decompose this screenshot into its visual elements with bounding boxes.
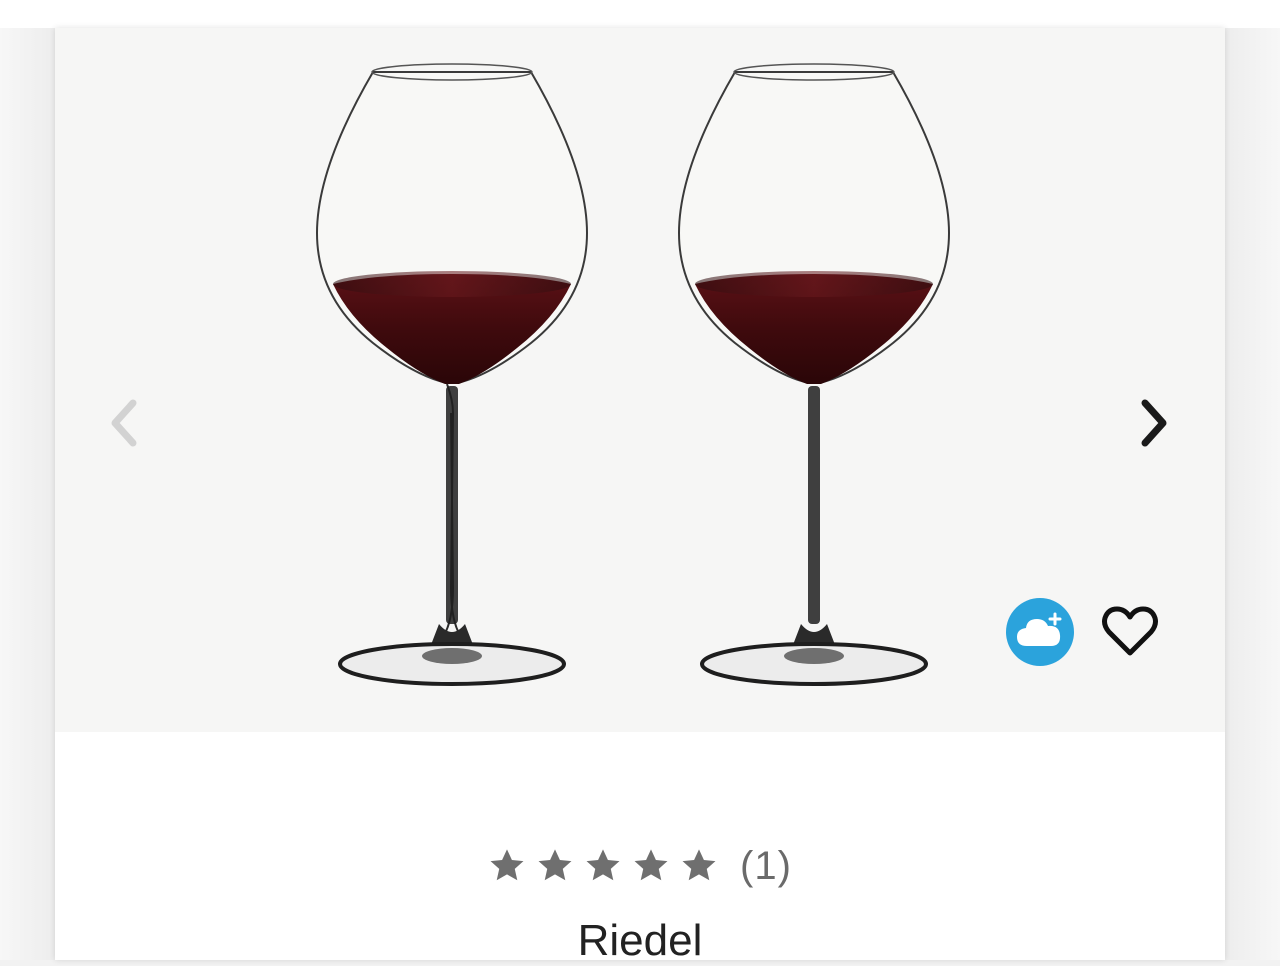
rating-stars <box>488 847 718 885</box>
star-icon <box>586 849 620 881</box>
product-brand: Riedel <box>577 916 703 965</box>
cloud-plus-icon <box>1017 612 1062 646</box>
product-rating[interactable]: (1) <box>55 840 1225 892</box>
star-icon <box>682 849 716 881</box>
product-card: (1) Riedel <box>55 28 1225 965</box>
favorite-button[interactable] <box>1095 600 1165 662</box>
chevron-left-icon <box>111 399 137 447</box>
save-to-cloud-button[interactable] <box>1006 598 1074 666</box>
wine-glass-right <box>677 63 951 686</box>
star-icon <box>634 849 668 881</box>
right-gutter <box>1225 28 1280 960</box>
review-count[interactable]: (1) <box>740 844 792 889</box>
wine-glass-left <box>315 63 589 686</box>
star-icon <box>538 849 572 881</box>
product-image-gallery[interactable] <box>55 28 1225 732</box>
left-gutter <box>0 28 55 960</box>
chevron-right-icon <box>1141 399 1167 447</box>
star-icon <box>490 849 524 881</box>
next-image-button[interactable] <box>1125 388 1185 458</box>
top-bar <box>0 0 1280 29</box>
previous-image-button[interactable] <box>93 388 153 458</box>
heart-outline-icon <box>1102 606 1158 656</box>
